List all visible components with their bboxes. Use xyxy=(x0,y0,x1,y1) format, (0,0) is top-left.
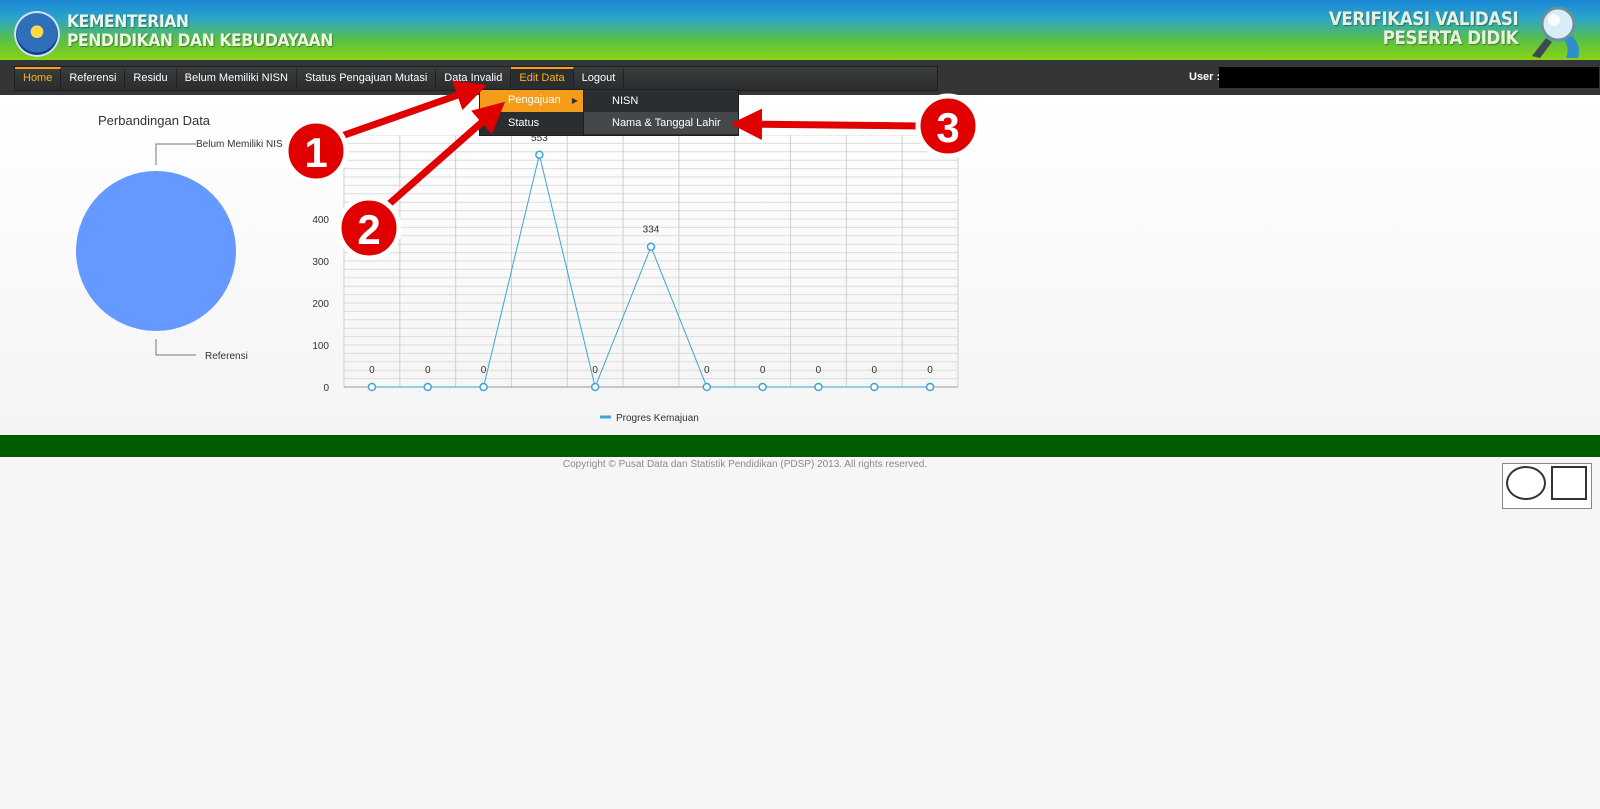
data-point[interactable] xyxy=(590,382,600,392)
ministry-logo-icon xyxy=(14,11,60,57)
iso-badge-icon xyxy=(1506,466,1546,500)
nav-edit-data[interactable]: Edit Data xyxy=(511,67,574,90)
pie-label-line-bottom xyxy=(155,339,196,356)
user-label: User : xyxy=(1189,71,1221,83)
page-header: KEMENTERIAN PENDIDIKAN DAN KEBUDAYAAN VE… xyxy=(0,0,1600,60)
data-point[interactable] xyxy=(870,382,879,392)
user-name-field xyxy=(1219,67,1599,88)
data-point[interactable] xyxy=(479,382,488,392)
ministry-name: KEMENTERIAN PENDIDIKAN DAN KEBUDAYAAN xyxy=(67,13,333,51)
navbar: Home Referensi Residu Belum Memiliki NIS… xyxy=(0,60,1600,95)
y-tick-label: 500 xyxy=(312,173,329,184)
submenu-item-nisn-label: NISN xyxy=(612,95,639,107)
data-label: 0 xyxy=(871,365,877,376)
data-label: 0 xyxy=(425,365,431,376)
data-label: 0 xyxy=(592,365,598,376)
chart-grid xyxy=(343,135,959,388)
pengajuan-submenu: NISN Nama & Tanggal Lahir xyxy=(583,89,739,136)
data-label: 0 xyxy=(369,365,375,376)
y-tick-label: 200 xyxy=(312,299,329,310)
menu-item-status-label: Status xyxy=(508,117,540,129)
magnifier-icon xyxy=(1532,6,1580,58)
y-tick-label: 400 xyxy=(312,215,329,226)
copyright-text: Copyright © Pusat Data dan Statistik Pen… xyxy=(562,459,928,470)
data-label: 0 xyxy=(481,365,487,376)
app-title-line-2: PESERTA DIDIK xyxy=(1382,27,1518,49)
nav-data-invalid[interactable]: Data Invalid xyxy=(436,69,512,88)
iso-ukas-certification-icon xyxy=(1502,463,1592,509)
edit-data-dropdown: Pengajuan ▶ Status xyxy=(479,89,585,136)
nav-status-pengajuan-mutasi[interactable]: Status Pengajuan Mutasi xyxy=(297,69,437,88)
main-menu: Home Referensi Residu Belum Memiliki NIS… xyxy=(14,66,938,91)
data-label: 553 xyxy=(531,135,548,144)
nav-belum-memiliki-nisn[interactable]: Belum Memiliki NISN xyxy=(177,69,297,88)
app-title: VERIFIKASI VALIDASI PESERTA DIDIK xyxy=(1329,10,1519,49)
data-label: 0 xyxy=(927,365,933,376)
chart-y-axis: 0 100 200 300 400 500 xyxy=(312,173,329,394)
data-label: 0 xyxy=(816,365,822,376)
line-chart: 0 100 200 300 400 500 0 0 0 553 0 334 0 0 0 0 0 Progres… xyxy=(312,135,959,424)
chart-series: 0 0 0 553 0 334 0 0 0 0 0 xyxy=(367,135,935,392)
data-point[interactable] xyxy=(925,382,935,392)
pie-chart-title: Perbandingan Data xyxy=(98,113,211,128)
data-point[interactable] xyxy=(535,150,544,159)
legend-series-label: Progres Kemajuan xyxy=(616,413,699,424)
ministry-line-2: PENDIDIKAN DAN KEBUDAYAAN xyxy=(67,31,333,51)
data-label: 0 xyxy=(704,365,710,376)
menu-item-pengajuan[interactable]: Pengajuan ▶ xyxy=(480,90,584,112)
data-point[interactable] xyxy=(758,382,767,392)
chart-legend: Progres Kemajuan xyxy=(600,413,699,424)
pie-slice-referensi[interactable] xyxy=(76,171,236,331)
menu-item-status[interactable]: Status xyxy=(480,112,584,134)
submenu-arrow-icon: ▶ xyxy=(571,96,578,105)
data-point[interactable] xyxy=(367,382,377,392)
nav-referensi[interactable]: Referensi xyxy=(61,69,126,88)
submenu-item-nama-tanggal-lahir[interactable]: Nama & Tanggal Lahir xyxy=(584,112,738,134)
data-label: 334 xyxy=(643,225,660,236)
y-tick-label: 0 xyxy=(323,383,329,394)
data-point[interactable] xyxy=(646,242,656,251)
pie-label-bottom: Referensi xyxy=(205,351,248,362)
menu-item-pengajuan-label: Pengajuan xyxy=(508,94,561,106)
ministry-line-1: KEMENTERIAN xyxy=(67,12,189,32)
submenu-item-nama-label: Nama & Tanggal Lahir xyxy=(612,117,721,129)
pie-label-top: Belum Memiliki NIS xyxy=(196,139,283,150)
pie-label-line-top xyxy=(155,143,196,165)
nav-logout[interactable]: Logout xyxy=(574,69,625,88)
ukas-badge-icon xyxy=(1551,466,1587,500)
submenu-item-nisn[interactable]: NISN xyxy=(584,90,738,112)
pie-chart: Belum Memiliki NIS Referensi xyxy=(76,139,283,362)
y-tick-label: 300 xyxy=(312,257,329,268)
nav-residu[interactable]: Residu xyxy=(125,69,177,88)
y-tick-label: 100 xyxy=(312,341,329,352)
data-point[interactable] xyxy=(814,382,823,392)
footer-bar xyxy=(0,435,1600,457)
data-label: 0 xyxy=(760,365,766,376)
data-point[interactable] xyxy=(423,382,432,392)
data-point[interactable] xyxy=(702,382,712,392)
nav-home[interactable]: Home xyxy=(15,67,62,90)
